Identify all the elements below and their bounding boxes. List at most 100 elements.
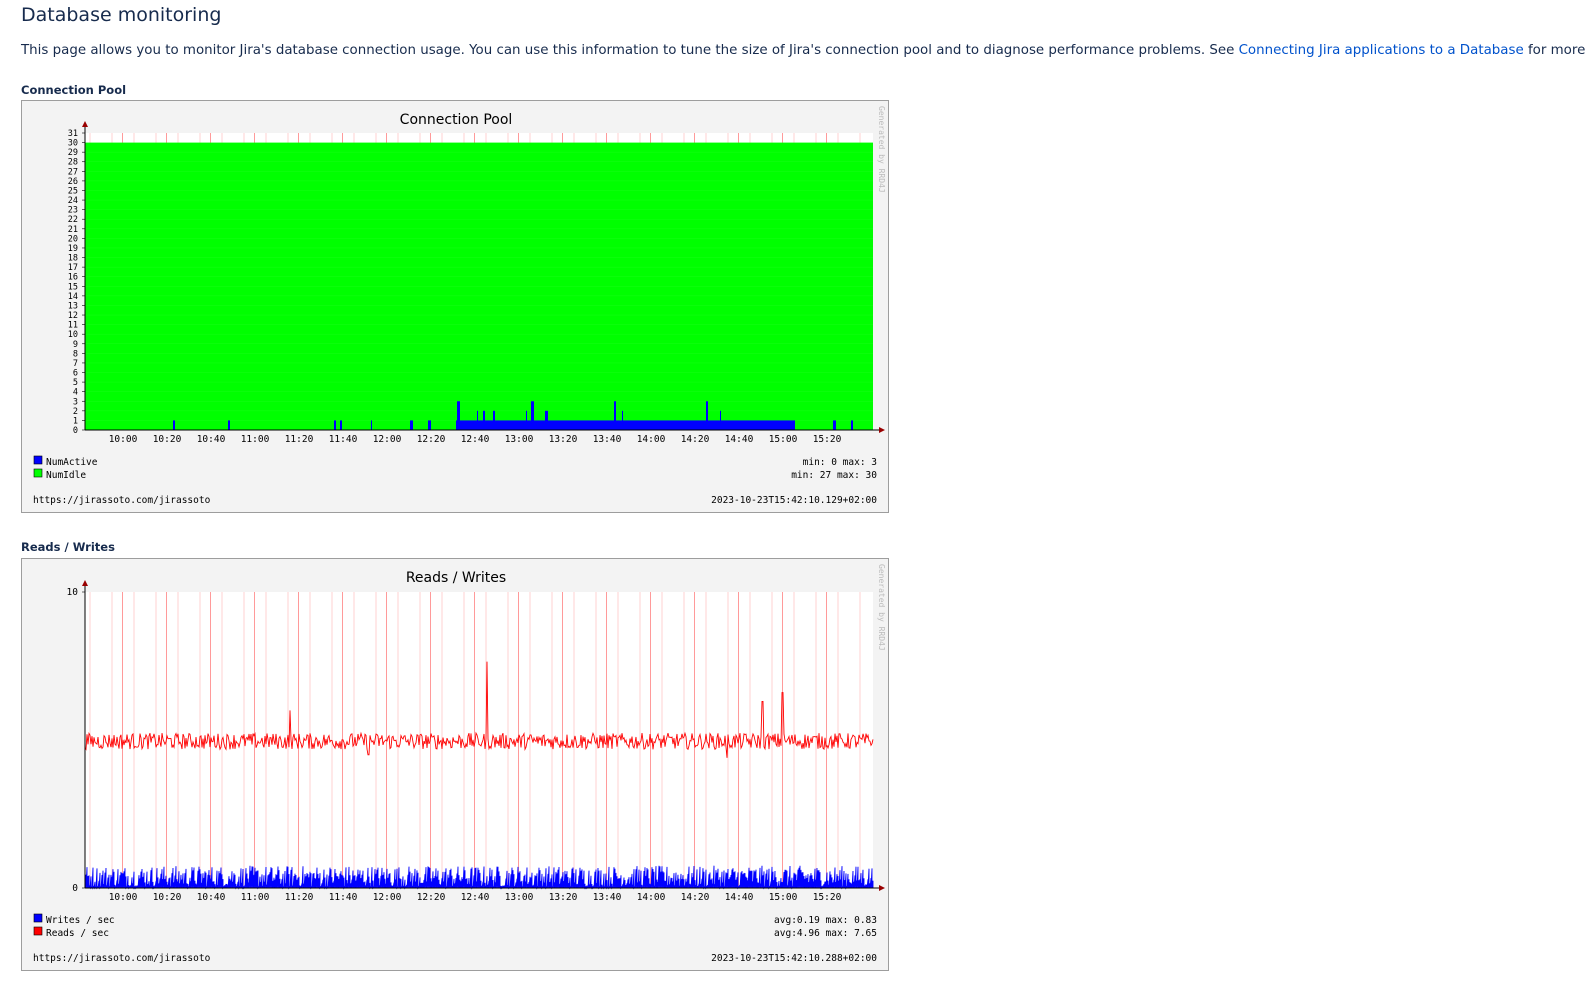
- y-tick-label: 22: [68, 215, 78, 225]
- intro-text: This page allows you to monitor Jira's d…: [21, 43, 1589, 58]
- numactive-bar: [505, 420, 508, 430]
- numactive-bar: [465, 420, 468, 430]
- connection-pool-graph: Connection Pool Generated by RRD4J 0 1 2 3 4 5 6…: [21, 100, 889, 513]
- numactive-bar: [665, 420, 667, 430]
- numactive-bar: [503, 420, 504, 430]
- numactive-bar: [689, 420, 691, 430]
- numactive-bar: [614, 401, 616, 430]
- numactive-bar: [760, 420, 762, 430]
- numactive-bar: [764, 420, 766, 430]
- chart-title: Reads / Writes: [406, 570, 506, 586]
- numactive-bar: [519, 420, 520, 430]
- numactive-bar: [623, 420, 624, 430]
- numactive-bar: [624, 420, 626, 430]
- x-tick-label: 12:20: [417, 434, 446, 445]
- x-tick-label: 12:40: [461, 434, 490, 445]
- x-tick-label: 15:20: [813, 434, 842, 445]
- numactive-bar: [488, 420, 491, 430]
- x-tick-label: 13:20: [549, 892, 578, 903]
- reads-writes-graph: Reads / Writes Generated by RRD4J 0 10 10:00…: [21, 558, 889, 971]
- numactive-bar: [568, 420, 571, 430]
- numactive-bar: [726, 420, 727, 430]
- numactive-bar: [602, 420, 603, 430]
- numactive-bar: [471, 420, 473, 430]
- numactive-bar: [678, 420, 679, 430]
- numactive-bar: [577, 420, 580, 430]
- numactive-bar: [742, 420, 745, 430]
- numactive-bar: [750, 420, 753, 430]
- numactive-bar: [696, 420, 699, 430]
- y-tick-label: 2: [73, 407, 78, 417]
- x-tick-label: 11:20: [285, 434, 314, 445]
- numactive-bar: [762, 420, 764, 430]
- y-axis-arrow: [82, 580, 88, 586]
- numactive-bar: [780, 420, 782, 430]
- numactive-bar: [585, 420, 586, 430]
- numactive-bar: [591, 420, 593, 430]
- x-axis-arrow: [879, 427, 885, 433]
- numactive-bar: [497, 420, 498, 430]
- x-tick-label: 14:20: [681, 892, 710, 903]
- numactive-bar: [495, 420, 497, 430]
- legend-label: Writes / sec: [46, 915, 115, 926]
- numactive-bar: [708, 420, 711, 430]
- legend-stats: avg:0.19 max: 0.83: [774, 915, 877, 926]
- numactive-bar: [675, 420, 678, 430]
- page-title: Database monitoring: [21, 4, 222, 26]
- y-tick-label: 6: [73, 369, 78, 379]
- legend-swatch: [33, 455, 43, 465]
- numactive-bar: [589, 420, 591, 430]
- y-tick-label: 31: [68, 129, 78, 139]
- numactive-bar: [618, 420, 620, 430]
- chart-title: Connection Pool: [400, 112, 513, 128]
- numactive-bar: [581, 420, 584, 430]
- numactive-bar: [531, 401, 534, 430]
- numactive-bar: [737, 420, 739, 430]
- x-tick-label: 13:00: [505, 434, 534, 445]
- y-tick-label: 26: [68, 177, 78, 187]
- numactive-bar: [562, 420, 564, 430]
- numactive-bar: [539, 420, 541, 430]
- numactive-bar: [662, 420, 664, 430]
- numactive-bar: [470, 420, 471, 430]
- intro-text-main: This page allows you to monitor Jira's d…: [21, 43, 1239, 58]
- numactive-bar: [646, 420, 648, 430]
- y-tick-label: 0: [72, 883, 78, 894]
- numactive-bar: [334, 420, 336, 430]
- numactive-bar: [502, 420, 503, 430]
- numactive-bar: [620, 420, 622, 430]
- numactive-bar: [571, 420, 572, 430]
- x-tick-label: 10:00: [109, 892, 138, 903]
- numactive-bar: [504, 420, 505, 430]
- x-tick-label: 15:00: [769, 434, 798, 445]
- y-tick-label: 10: [67, 587, 79, 598]
- x-tick-label: 12:00: [373, 434, 402, 445]
- y-tick-label: 20: [68, 234, 78, 244]
- numactive-bar: [753, 420, 756, 430]
- numactive-bar: [551, 420, 553, 430]
- numactive-bar: [724, 420, 726, 430]
- numactive-bar: [785, 420, 786, 430]
- connecting-database-link[interactable]: Connecting Jira applications to a Databa…: [1239, 43, 1524, 58]
- numactive-bar: [789, 420, 792, 430]
- y-tick-label: 1: [73, 416, 78, 426]
- numactive-bar: [612, 420, 613, 430]
- numactive-bar: [584, 420, 585, 430]
- numactive-bar: [835, 420, 836, 430]
- legend-label: NumIdle: [46, 470, 86, 481]
- numactive-bar: [776, 420, 779, 430]
- numactive-bar: [667, 420, 669, 430]
- numactive-bar: [656, 420, 659, 430]
- legend-label: NumActive: [46, 457, 98, 468]
- numactive-bar: [515, 420, 516, 430]
- numactive-bar: [595, 420, 597, 430]
- y-tick-label: 30: [68, 139, 78, 149]
- numactive-bar: [745, 420, 746, 430]
- numactive-bar: [473, 420, 475, 430]
- x-tick-label: 12:20: [417, 892, 446, 903]
- numactive-bar: [603, 420, 604, 430]
- numactive-bar: [693, 420, 695, 430]
- source-url: https://jirassoto.com/jirassoto: [33, 495, 211, 506]
- generator-label: Generated by RRD4J: [877, 564, 886, 651]
- numactive-bar: [768, 420, 770, 430]
